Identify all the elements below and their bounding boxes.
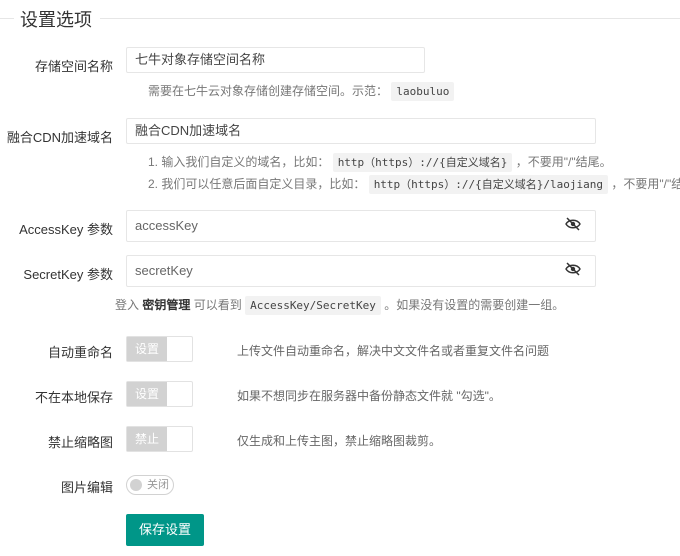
image-edit-switch-text: 关闭 bbox=[147, 479, 169, 491]
auto-rename-checkbox-text: 设置 bbox=[127, 337, 167, 361]
bucket-help-text: 需要在七牛云对象存储创建存储空间。示范： bbox=[148, 84, 389, 98]
domain-help-1-post: ，不要用"/"结尾。 bbox=[515, 155, 612, 169]
auto-rename-checkbox[interactable]: 设置 bbox=[126, 336, 193, 362]
no-thumbnail-description: 仅生成和上传主图，禁止缩略图裁剪。 bbox=[237, 434, 442, 448]
accesskey-label: AccessKey 参数 bbox=[19, 222, 113, 237]
no-local-save-checkbox[interactable]: 设置 bbox=[126, 381, 193, 407]
secretkey-help-post: 。如果没有设置的需要创建一组。 bbox=[384, 298, 565, 312]
no-local-save-checkbox-text: 设置 bbox=[127, 382, 167, 406]
no-thumbnail-checkbox-text: 禁止 bbox=[127, 427, 167, 451]
domain-label: 融合CDN加速域名 bbox=[6, 130, 113, 145]
save-button[interactable]: 保存设置 bbox=[126, 514, 204, 546]
secretkey-value: secretKey bbox=[135, 263, 193, 278]
eye-slash-icon[interactable] bbox=[565, 217, 581, 231]
auto-rename-label: 自动重命名 bbox=[47, 345, 113, 360]
accesskey-input[interactable]: accessKey bbox=[126, 210, 596, 242]
no-thumbnail-label: 禁止缩略图 bbox=[47, 435, 113, 450]
secretkey-help-pre: 登入 bbox=[115, 298, 140, 312]
domain-help-1-pre: 1. 输入我们自定义的域名，比如： bbox=[148, 155, 330, 169]
bucket-label: 存储空间名称 bbox=[34, 59, 113, 74]
legend-line-right bbox=[100, 18, 680, 19]
no-local-save-label: 不在本地保存 bbox=[34, 390, 113, 405]
page-title: 设置选项 bbox=[20, 10, 92, 30]
secretkey-input[interactable]: secretKey bbox=[126, 255, 596, 287]
image-edit-switch[interactable]: 关闭 bbox=[126, 475, 174, 495]
legend-line-left bbox=[0, 18, 14, 19]
bucket-input[interactable]: 七牛对象存储空间名称 bbox=[126, 47, 425, 73]
image-edit-label: 图片编辑 bbox=[60, 480, 113, 495]
key-management-link[interactable]: 密钥管理 bbox=[142, 298, 190, 312]
domain-help-2-code: http（https）://{自定义域名}/laojiang bbox=[368, 175, 609, 194]
accesskey-value: accessKey bbox=[135, 218, 198, 233]
bucket-help: 需要在七牛云对象存储创建存储空间。示范： laobuluo bbox=[148, 82, 455, 101]
no-local-save-description: 如果不想同步在服务器中备份静态文件就 "勾选"。 bbox=[237, 389, 501, 403]
secretkey-help-mid: 可以看到 bbox=[193, 298, 242, 312]
domain-help-2-post: ，不要用"/"结尾。 bbox=[611, 177, 680, 191]
eye-slash-icon[interactable] bbox=[565, 262, 581, 276]
secretkey-help-code: AccessKey/SecretKey bbox=[245, 296, 381, 315]
domain-help-2-pre: 2. 我们可以任意后面自定义目录，比如： bbox=[148, 177, 366, 191]
secretkey-help: 登入 密钥管理 可以看到 AccessKey/SecretKey 。如果没有设置… bbox=[115, 296, 565, 315]
switch-knob bbox=[130, 479, 142, 491]
domain-help-1: 1. 输入我们自定义的域名，比如： http（https）://{自定义域名} … bbox=[148, 153, 612, 172]
bucket-help-code: laobuluo bbox=[391, 82, 455, 101]
no-thumbnail-checkbox[interactable]: 禁止 bbox=[126, 426, 193, 452]
secretkey-label: SecretKey 参数 bbox=[23, 267, 113, 282]
auto-rename-description: 上传文件自动重命名，解决中文文件名或者重复文件名问题 bbox=[237, 344, 550, 358]
domain-help-2: 2. 我们可以任意后面自定义目录，比如： http（https）://{自定义域… bbox=[148, 175, 680, 194]
domain-help-1-code: http（https）://{自定义域名} bbox=[332, 153, 513, 172]
domain-input[interactable]: 融合CDN加速域名 bbox=[126, 118, 596, 144]
